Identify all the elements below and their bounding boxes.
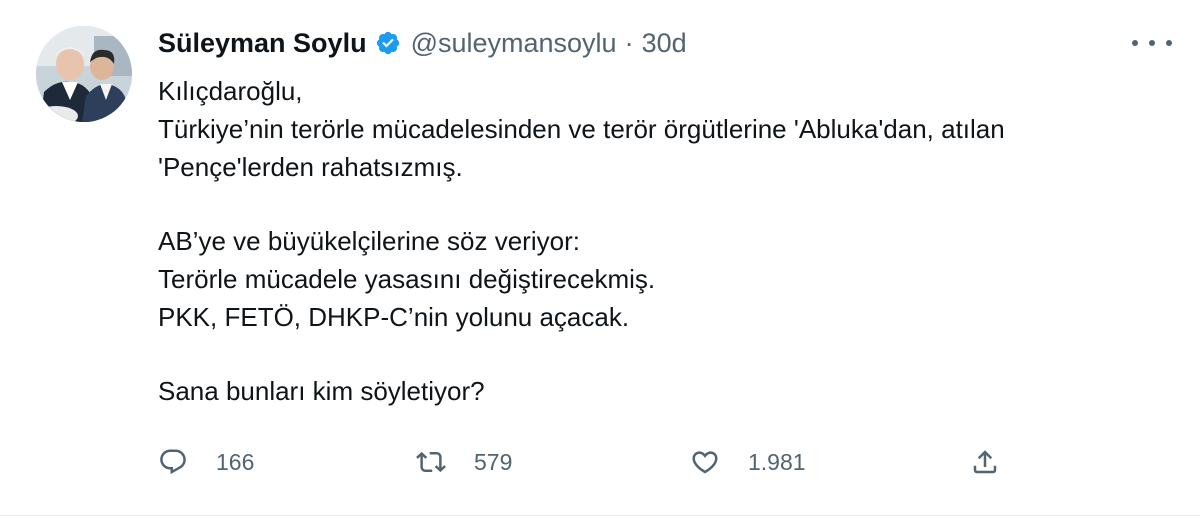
avatar[interactable]: [36, 26, 132, 122]
retweet-icon: [416, 447, 446, 477]
retweet-count: 579: [474, 448, 513, 475]
tweet-text: Kılıçdaroğlu, Türkiye’nin terörle mücade…: [158, 72, 1168, 410]
tweet-line: 'Pençe'lerden rahatsızmış.: [158, 152, 463, 182]
avatar-photo: [36, 26, 132, 122]
reply-icon: [158, 447, 188, 477]
tweet-line: Terörle mücadele yasasını değiştirecekmi…: [158, 264, 656, 294]
divider: [0, 515, 1200, 516]
verified-badge-icon: [375, 30, 401, 56]
retweet-button[interactable]: 579: [416, 442, 512, 482]
like-button[interactable]: 1.981: [690, 442, 806, 482]
share-icon: [970, 447, 1000, 477]
more-icon[interactable]: [1132, 34, 1172, 52]
timestamp[interactable]: 30d: [642, 28, 687, 59]
tweet-line: Kılıçdaroğlu,: [158, 76, 303, 106]
tweet-card: Süleyman Soylu @suleymansoylu · 30d Kılı…: [0, 0, 1200, 518]
tweet-line: Türkiye’nin terörle mücadelesinden ve te…: [158, 114, 1005, 144]
share-button[interactable]: [970, 442, 1000, 482]
reply-button[interactable]: 166: [158, 442, 254, 482]
tweet-header: Süleyman Soylu @suleymansoylu · 30d: [158, 26, 687, 60]
tweet-line: Sana bunları kim söyletiyor?: [158, 376, 485, 406]
tweet-line: PKK, FETÖ, DHKP-C’nin yolunu açacak.: [158, 302, 630, 332]
separator-dot: ·: [624, 27, 634, 58]
author-name[interactable]: Süleyman Soylu: [158, 28, 367, 59]
author-handle[interactable]: @suleymansoylu: [411, 28, 617, 59]
reply-count: 166: [216, 448, 255, 475]
like-count: 1.981: [748, 448, 806, 475]
tweet-line: AB’ye ve büyükelçilerine söz veriyor:: [158, 226, 580, 256]
action-bar: 166 579 1.981: [158, 442, 1018, 482]
like-icon: [690, 447, 720, 477]
